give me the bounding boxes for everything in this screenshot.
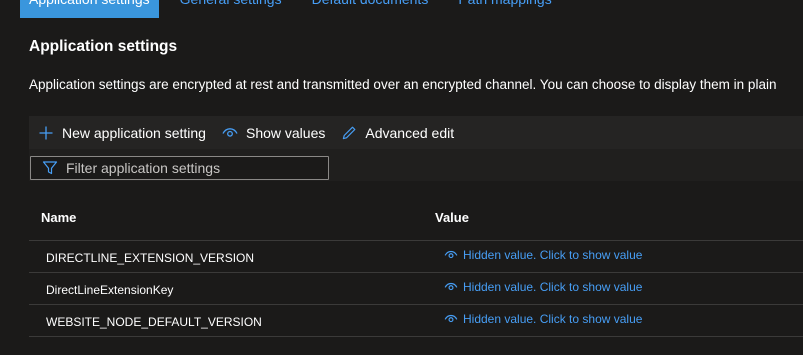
tab-path-mappings[interactable]: Path mappings	[449, 0, 560, 18]
hidden-value-link[interactable]: Hidden value. Click to show value	[444, 312, 642, 326]
eye-icon	[444, 250, 458, 260]
pencil-icon	[341, 125, 357, 141]
advanced-edit-button[interactable]: Advanced edit	[333, 116, 462, 149]
hidden-value-text: Hidden value. Click to show value	[463, 311, 643, 326]
setting-name: DirectLineExtensionKey	[46, 282, 174, 297]
tab-general-settings[interactable]: General settings	[171, 0, 291, 18]
show-values-button[interactable]: Show values	[214, 116, 333, 149]
table-row[interactable]: WEBSITE_NODE_DEFAULT_VERSION Hidden valu…	[29, 305, 803, 337]
hidden-value-link[interactable]: Hidden value. Click to show value	[444, 280, 642, 294]
filter-area	[29, 149, 803, 181]
hidden-value-text: Hidden value. Click to show value	[463, 279, 643, 294]
show-values-label: Show values	[245, 124, 326, 141]
tab-strip: Application settings General settings De…	[20, 0, 561, 18]
tab-application-settings[interactable]: Application settings	[20, 0, 159, 18]
table-header: Name Value	[29, 195, 803, 241]
section-description: Application settings are encrypted at re…	[29, 77, 777, 92]
new-application-setting-label: New application setting	[62, 124, 206, 141]
section-title: Application settings	[29, 38, 178, 55]
eye-icon	[222, 127, 238, 139]
column-header-name[interactable]: Name	[29, 210, 435, 225]
table-row[interactable]: DIRECTLINE_EXTENSION_VERSION Hidden valu…	[29, 241, 803, 273]
tab-default-documents[interactable]: Default documents	[303, 0, 438, 18]
eye-icon	[444, 282, 458, 292]
table-row[interactable]: DirectLineExtensionKey Hidden value. Cli…	[29, 273, 803, 305]
hidden-value-text: Hidden value. Click to show value	[463, 247, 643, 262]
command-bar: New application setting Show values Adva…	[29, 116, 803, 149]
eye-icon	[444, 314, 458, 324]
settings-table: Name Value DIRECTLINE_EXTENSION_VERSION …	[29, 195, 803, 337]
plus-icon	[38, 125, 54, 141]
filter-icon	[42, 160, 58, 176]
hidden-value-link[interactable]: Hidden value. Click to show value	[444, 248, 642, 262]
new-application-setting-button[interactable]: New application setting	[29, 116, 214, 149]
setting-name: WEBSITE_NODE_DEFAULT_VERSION	[46, 314, 262, 329]
app-settings-page: Application settings General settings De…	[0, 0, 803, 355]
setting-name: DIRECTLINE_EXTENSION_VERSION	[46, 250, 255, 265]
filter-input[interactable]	[66, 160, 306, 176]
column-header-value[interactable]: Value	[435, 210, 803, 225]
advanced-edit-label: Advanced edit	[365, 124, 455, 141]
filter-box[interactable]	[30, 156, 329, 180]
